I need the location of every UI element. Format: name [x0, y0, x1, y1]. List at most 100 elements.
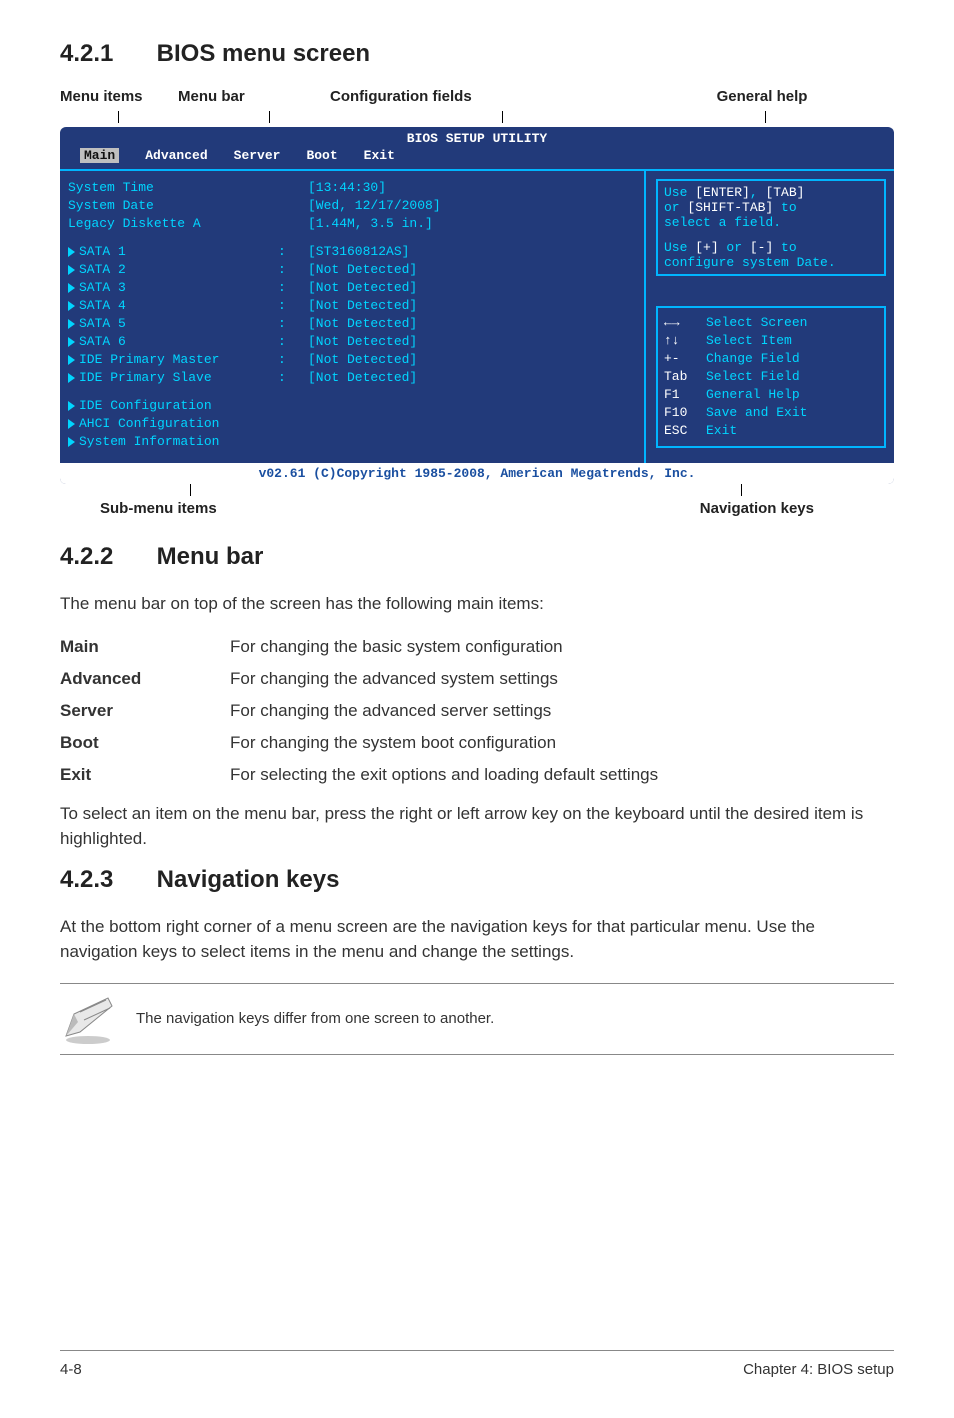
definition: For changing the advanced server setting…	[230, 695, 658, 727]
bios-tab-main: Main	[80, 148, 119, 163]
triangle-icon	[68, 355, 75, 365]
heading-num: 4.2.3	[60, 866, 150, 894]
heading-422: 4.2.2 Menu bar	[60, 543, 894, 571]
table-row: MainFor changing the basic system config…	[60, 631, 658, 663]
triangle-icon	[68, 265, 75, 275]
nav-key: +-	[664, 350, 706, 368]
paragraph: At the bottom right corner of a menu scr…	[60, 914, 894, 965]
heading-num: 4.2.1	[60, 40, 150, 68]
table-row: ServerFor changing the advanced server s…	[60, 695, 658, 727]
term: Advanced	[60, 663, 230, 695]
label-general-help: General help	[630, 88, 894, 105]
bios-label: SATA 2	[68, 261, 278, 279]
nav-desc: Select Item	[706, 332, 792, 350]
heading-421: 4.2.1 BIOS menu screen	[60, 40, 894, 68]
bios-title: BIOS SETUP UTILITY	[60, 127, 894, 146]
triangle-icon	[68, 401, 75, 411]
bios-body: System Time System Date Legacy Diskette …	[60, 169, 894, 463]
bios-value: [Not Detected]	[308, 279, 636, 297]
nav-desc: Exit	[706, 422, 737, 440]
nav-desc: General Help	[706, 386, 800, 404]
term: Server	[60, 695, 230, 727]
bios-label: SATA 4	[68, 297, 278, 315]
label-nav-keys: Navigation keys	[240, 500, 894, 517]
heading-423: 4.2.3 Navigation keys	[60, 866, 894, 894]
paragraph: The menu bar on top of the screen has th…	[60, 591, 894, 617]
bios-value: [13:44:30]	[308, 179, 636, 197]
bios-label: SATA 5	[68, 315, 278, 333]
bios-value: [Not Detected]	[308, 351, 636, 369]
diagram-ticks-bottom	[60, 484, 894, 496]
bios-label: AHCI Configuration	[68, 415, 278, 433]
bios-label: Legacy Diskette A	[68, 215, 278, 233]
nav-key: F1	[664, 386, 706, 404]
bios-tab-boot: Boot	[306, 148, 337, 163]
triangle-icon	[68, 419, 75, 429]
paragraph: To select an item on the menu bar, press…	[60, 801, 894, 852]
bios-footer: v02.61 (C)Copyright 1985-2008, American …	[60, 463, 894, 484]
bios-value: [Not Detected]	[308, 333, 636, 351]
diagram-ticks	[60, 111, 894, 123]
bios-tab-server: Server	[234, 148, 281, 163]
bios-tab-advanced: Advanced	[145, 148, 207, 163]
bios-value: [ST3160812AS]	[308, 243, 636, 261]
bios-left-panel: System Time System Date Legacy Diskette …	[60, 171, 644, 463]
term: Exit	[60, 759, 230, 791]
page-footer: 4-8 Chapter 4: BIOS setup	[60, 1350, 894, 1378]
page-number: 4-8	[60, 1361, 82, 1378]
bios-label: IDE Primary Slave	[68, 369, 278, 387]
table-row: AdvancedFor changing the advanced system…	[60, 663, 658, 695]
bios-value: [Not Detected]	[308, 315, 636, 333]
nav-key: Tab	[664, 368, 706, 386]
nav-key: F10	[664, 404, 706, 422]
nav-key: ESC	[664, 422, 706, 440]
nav-key: ←→	[664, 314, 706, 332]
label-menu-bar: Menu bar	[178, 88, 330, 105]
bios-label: SATA 1	[68, 243, 278, 261]
heading-title: Menu bar	[157, 543, 264, 570]
definition: For selecting the exit options and loadi…	[230, 759, 658, 791]
label-menu-items: Menu items	[60, 88, 178, 105]
triangle-icon	[68, 319, 75, 329]
nav-desc: Select Field	[706, 368, 800, 386]
heading-title: BIOS menu screen	[157, 40, 370, 67]
diagram-top-labels: Menu items Menu bar Configuration fields…	[60, 88, 894, 105]
bios-label: IDE Configuration	[68, 397, 278, 415]
bios-label: System Information	[68, 433, 278, 451]
bios-screenshot: BIOS SETUP UTILITY Main Advanced Server …	[60, 127, 894, 484]
bios-value: [Not Detected]	[308, 297, 636, 315]
nav-desc: Save and Exit	[706, 404, 807, 422]
definition: For changing the basic system configurat…	[230, 631, 658, 663]
nav-desc: Select Screen	[706, 314, 807, 332]
bios-label: SATA 3	[68, 279, 278, 297]
definition: For changing the advanced system setting…	[230, 663, 658, 695]
bios-value: [Not Detected]	[308, 261, 636, 279]
bios-right-panel: Use [ENTER], [TAB] or [SHIFT-TAB] to sel…	[644, 171, 894, 463]
heading-num: 4.2.2	[60, 543, 150, 571]
triangle-icon	[68, 301, 75, 311]
bios-tab-exit: Exit	[364, 148, 395, 163]
definition: For changing the system boot configurati…	[230, 727, 658, 759]
bios-nav-box: ←→Select Screen ↑↓Select Item +-Change F…	[656, 306, 886, 448]
bios-menu-bar: Main Advanced Server Boot Exit	[60, 146, 894, 169]
bios-label: System Time	[68, 179, 278, 197]
table-row: BootFor changing the system boot configu…	[60, 727, 658, 759]
bios-label: System Date	[68, 197, 278, 215]
diagram-bottom-labels: Sub-menu items Navigation keys	[60, 500, 894, 517]
chapter-name: Chapter 4: BIOS setup	[743, 1361, 894, 1378]
definitions-table: MainFor changing the basic system config…	[60, 631, 658, 791]
table-row: ExitFor selecting the exit options and l…	[60, 759, 658, 791]
note-box: The navigation keys differ from one scre…	[60, 983, 894, 1055]
triangle-icon	[68, 437, 75, 447]
note-text: The navigation keys differ from one scre…	[136, 1010, 494, 1027]
triangle-icon	[68, 283, 75, 293]
triangle-icon	[68, 337, 75, 347]
nav-key: ↑↓	[664, 332, 706, 350]
triangle-icon	[68, 373, 75, 383]
term: Main	[60, 631, 230, 663]
bios-value: [Not Detected]	[308, 369, 636, 387]
heading-title: Navigation keys	[157, 866, 340, 893]
label-config-fields: Configuration fields	[330, 88, 630, 105]
term: Boot	[60, 727, 230, 759]
label-sub-menu: Sub-menu items	[60, 500, 240, 517]
